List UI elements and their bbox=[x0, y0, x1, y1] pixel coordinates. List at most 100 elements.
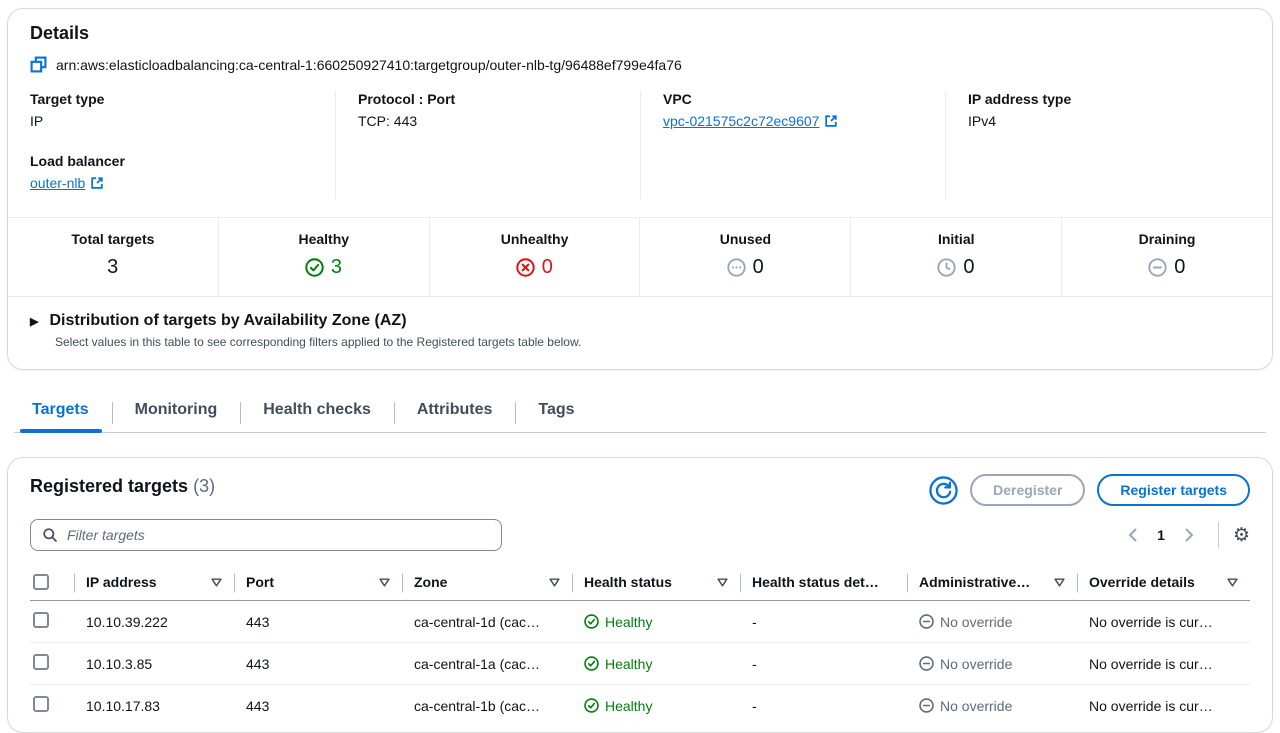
check-circle-icon bbox=[305, 258, 324, 277]
cell-administrative-override: No override bbox=[907, 687, 1077, 725]
cell-health-status-details: - bbox=[740, 687, 907, 725]
filter-targets-input[interactable] bbox=[65, 526, 490, 544]
check-circle-icon bbox=[584, 614, 599, 629]
ip-address-type-value: IPv4 bbox=[968, 113, 1250, 129]
minus-circle-icon bbox=[919, 698, 934, 713]
column-header-health-status[interactable]: Health status bbox=[572, 565, 740, 600]
cell-health-status: Healthy bbox=[572, 603, 740, 641]
x-circle-icon bbox=[516, 258, 535, 277]
details-panel: Details arn:aws:elasticloadbalancing:ca-… bbox=[7, 8, 1273, 370]
clock-icon bbox=[937, 258, 956, 277]
tab-health-checks[interactable]: Health checks bbox=[240, 396, 394, 432]
stat-unused: Unused 0 bbox=[639, 218, 850, 296]
register-targets-button[interactable]: Register targets bbox=[1097, 474, 1250, 506]
sort-icon[interactable] bbox=[211, 578, 222, 587]
deregister-button[interactable]: Deregister bbox=[970, 474, 1085, 506]
cell-override-details: No override is cur… bbox=[1077, 603, 1250, 641]
external-link-icon bbox=[90, 176, 104, 190]
row-checkbox[interactable] bbox=[33, 654, 49, 670]
search-icon bbox=[42, 527, 58, 543]
previous-page-icon[interactable] bbox=[1120, 524, 1145, 546]
target-group-arn: arn:aws:elasticloadbalancing:ca-central-… bbox=[56, 57, 682, 73]
tab-bar: Targets Monitoring Health checks Attribu… bbox=[14, 396, 1266, 433]
column-header-ip-address[interactable]: IP address bbox=[74, 565, 234, 600]
registered-targets-count: (3) bbox=[193, 476, 215, 496]
cell-port: 443 bbox=[234, 687, 402, 725]
details-title: Details bbox=[30, 23, 1250, 44]
stat-total-targets: Total targets 3 bbox=[8, 218, 218, 296]
check-circle-icon bbox=[584, 656, 599, 671]
check-circle-icon bbox=[584, 698, 599, 713]
table-row: 10.10.17.83 443 ca-central-1b (cac… Heal… bbox=[30, 684, 1250, 726]
cell-health-status-details: - bbox=[740, 645, 907, 683]
row-checkbox[interactable] bbox=[33, 696, 49, 712]
cell-administrative-override: No override bbox=[907, 645, 1077, 683]
row-checkbox[interactable] bbox=[33, 612, 49, 628]
column-header-administrative-override[interactable]: Administrative… bbox=[907, 565, 1077, 600]
cell-override-details: No override is cur… bbox=[1077, 687, 1250, 725]
load-balancer-link[interactable]: outer-nlb bbox=[30, 175, 104, 191]
select-all-checkbox[interactable] bbox=[33, 574, 49, 590]
ip-address-type-label: IP address type bbox=[968, 91, 1250, 107]
refresh-icon[interactable] bbox=[929, 476, 958, 505]
sort-icon[interactable] bbox=[1227, 578, 1238, 587]
column-header-override-details[interactable]: Override details bbox=[1077, 565, 1250, 600]
cell-health-status-details: - bbox=[740, 603, 907, 641]
stat-draining: Draining 0 bbox=[1061, 218, 1272, 296]
target-type-label: Target type bbox=[30, 91, 335, 107]
target-health-summary: Total targets 3 Healthy 3 Unhealthy 0 Un… bbox=[8, 217, 1272, 297]
table-row: 10.10.39.222 443 ca-central-1d (cac… Hea… bbox=[30, 601, 1250, 642]
sort-icon[interactable] bbox=[549, 578, 560, 587]
current-page-number[interactable]: 1 bbox=[1149, 527, 1173, 543]
protocol-port-value: TCP: 443 bbox=[358, 113, 640, 129]
filter-targets-searchbox[interactable] bbox=[30, 519, 502, 551]
minus-circle-icon bbox=[1148, 258, 1167, 277]
registered-targets-title: Registered targets (3) bbox=[30, 476, 215, 497]
az-distribution-description: Select values in this table to see corre… bbox=[55, 335, 1250, 349]
column-header-port[interactable]: Port bbox=[234, 565, 402, 600]
cell-administrative-override: No override bbox=[907, 603, 1077, 641]
tab-tags[interactable]: Tags bbox=[515, 396, 597, 432]
table-header-row: IP address Port Zone Health status Healt… bbox=[30, 565, 1250, 601]
registered-targets-panel: Registered targets (3) Deregister Regist… bbox=[7, 457, 1273, 733]
cell-health-status: Healthy bbox=[572, 687, 740, 725]
cell-zone: ca-central-1d (cac… bbox=[402, 603, 572, 641]
cell-zone: ca-central-1a (cac… bbox=[402, 645, 572, 683]
ellipsis-circle-icon bbox=[727, 258, 746, 277]
tab-attributes[interactable]: Attributes bbox=[394, 396, 516, 432]
caret-right-icon: ▶ bbox=[30, 315, 38, 328]
column-header-zone[interactable]: Zone bbox=[402, 565, 572, 600]
stat-unhealthy: Unhealthy 0 bbox=[429, 218, 640, 296]
copy-icon[interactable] bbox=[30, 56, 47, 73]
next-page-icon[interactable] bbox=[1177, 524, 1202, 546]
stat-healthy: Healthy 3 bbox=[218, 218, 429, 296]
external-link-icon bbox=[824, 114, 838, 128]
toolbar-divider bbox=[1218, 522, 1219, 548]
cell-override-details: No override is cur… bbox=[1077, 645, 1250, 683]
vpc-label: VPC bbox=[663, 91, 945, 107]
sort-icon[interactable] bbox=[717, 578, 728, 587]
sort-icon[interactable] bbox=[379, 578, 390, 587]
cell-ip-address: 10.10.3.85 bbox=[74, 645, 234, 683]
tab-targets[interactable]: Targets bbox=[14, 396, 112, 432]
az-distribution-section: ▶ Distribution of targets by Availabilit… bbox=[8, 297, 1272, 369]
gear-icon[interactable]: ⚙ bbox=[1233, 526, 1250, 545]
cell-health-status: Healthy bbox=[572, 645, 740, 683]
load-balancer-label: Load balancer bbox=[30, 153, 335, 169]
pagination: 1 ⚙ bbox=[1120, 522, 1250, 548]
cell-ip-address: 10.10.17.83 bbox=[74, 687, 234, 725]
tab-monitoring[interactable]: Monitoring bbox=[112, 396, 241, 432]
minus-circle-icon bbox=[919, 614, 934, 629]
column-header-health-status-details[interactable]: Health status det… bbox=[740, 565, 907, 600]
details-grid: Target type IP Load balancer outer-nlb P… bbox=[8, 77, 1272, 217]
cell-port: 443 bbox=[234, 645, 402, 683]
target-group-arn-row: arn:aws:elasticloadbalancing:ca-central-… bbox=[30, 56, 1250, 73]
az-distribution-expander[interactable]: ▶ Distribution of targets by Availabilit… bbox=[30, 312, 1250, 330]
vpc-link[interactable]: vpc-021575c2c72ec9607 bbox=[663, 113, 838, 129]
protocol-port-label: Protocol : Port bbox=[358, 91, 640, 107]
minus-circle-icon bbox=[919, 656, 934, 671]
table-row: 10.10.3.85 443 ca-central-1a (cac… Healt… bbox=[30, 642, 1250, 684]
stat-initial: Initial 0 bbox=[850, 218, 1061, 296]
cell-ip-address: 10.10.39.222 bbox=[74, 603, 234, 641]
sort-icon[interactable] bbox=[1054, 578, 1065, 587]
